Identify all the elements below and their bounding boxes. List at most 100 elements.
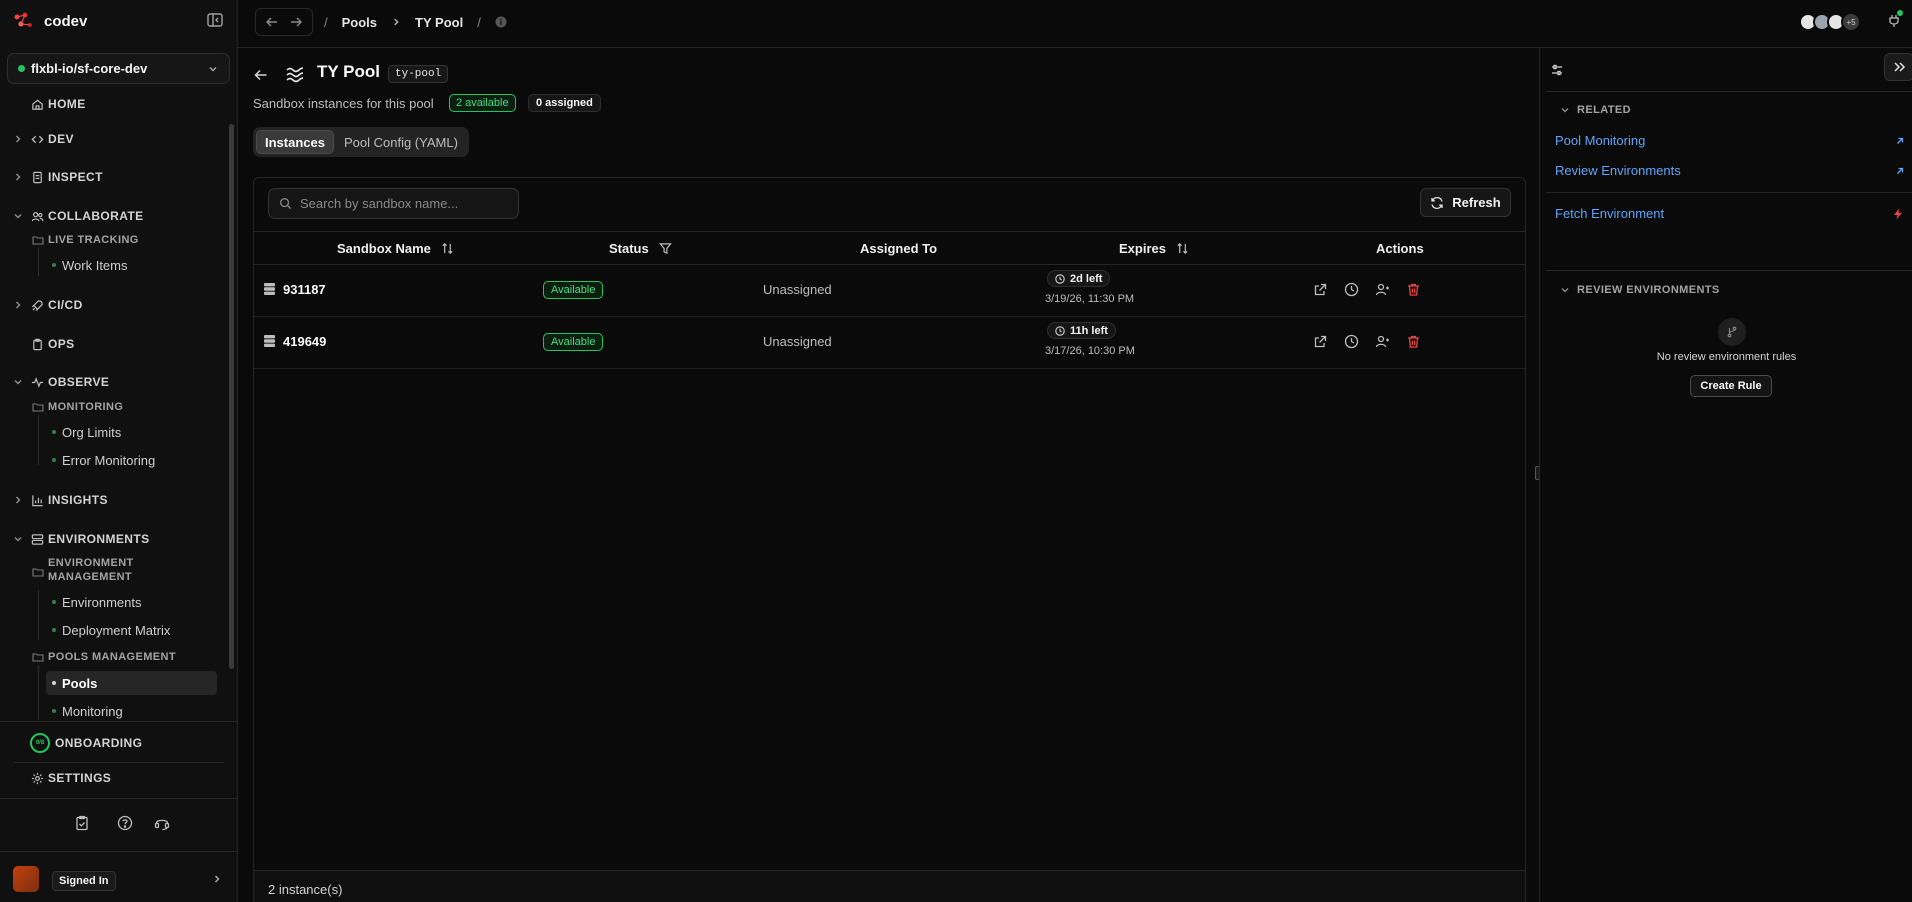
folder-live-tracking[interactable]: LIVE TRACKING [32, 231, 212, 249]
bullet [52, 600, 56, 604]
refresh-icon [1431, 196, 1443, 209]
chevrons-right-icon [1894, 62, 1906, 72]
sidebar-item-deployment-matrix[interactable]: Deployment Matrix [46, 618, 217, 642]
server-icon [31, 533, 44, 545]
sort-icon[interactable] [441, 242, 454, 255]
filter-icon[interactable] [658, 242, 672, 255]
time-left-badge: 11h left [1047, 322, 1116, 339]
create-rule-button[interactable]: Create Rule [1690, 375, 1772, 397]
tab-pool-config[interactable]: Pool Config (YAML) [336, 130, 466, 154]
tab-list: Instances Pool Config (YAML) [253, 127, 469, 157]
breadcrumb: / Pools TY Pool / [324, 12, 507, 32]
more-collaborators-badge: +5 [1841, 12, 1861, 32]
divider [0, 798, 238, 799]
clock-icon [1055, 273, 1065, 284]
tree-line [38, 415, 39, 465]
clock-icon[interactable] [1344, 282, 1359, 297]
connection-status-dot [1897, 10, 1903, 16]
collaborator-avatars[interactable]: +5 [1799, 12, 1861, 32]
workspace-selector[interactable]: flxbl-io/sf-core-dev [7, 53, 230, 84]
folder-monitoring[interactable]: MONITORING [32, 398, 212, 416]
sliders-icon[interactable] [1550, 63, 1564, 77]
breadcrumb-pools[interactable]: Pools [342, 15, 377, 30]
column-sandbox-name[interactable]: Sandbox Name [337, 241, 454, 256]
nav-settings[interactable]: SETTINGS [0, 768, 220, 788]
sort-icon[interactable] [1176, 242, 1189, 255]
arrow-up-right-icon[interactable] [1895, 136, 1905, 146]
open-external-icon[interactable] [1313, 334, 1328, 349]
back-arrow-icon[interactable] [253, 67, 269, 83]
link-review-environments[interactable]: Review Environments [1555, 163, 1681, 178]
forward-arrow-icon[interactable] [289, 15, 303, 29]
column-actions: Actions [1376, 241, 1424, 256]
assign-user-icon[interactable] [1375, 282, 1390, 297]
sandbox-name[interactable]: 419649 [283, 334, 326, 349]
tab-instances[interactable]: Instances [256, 130, 334, 154]
sidebar-item-work-items[interactable]: Work Items [46, 253, 217, 277]
nav-observe[interactable]: OBSERVE [0, 372, 220, 392]
chevron-down-icon [209, 66, 217, 72]
brand[interactable]: codev [12, 10, 87, 32]
open-external-icon[interactable] [1313, 282, 1328, 297]
chevron-down-icon [14, 379, 22, 385]
assigned-to: Unassigned [763, 282, 832, 297]
nav-collaborate[interactable]: COLLABORATE [0, 206, 220, 226]
clock-icon[interactable] [1344, 334, 1359, 349]
home-icon [32, 99, 43, 110]
headset-icon[interactable] [154, 815, 170, 831]
nav-inspect[interactable]: INSPECT [0, 167, 220, 187]
info-icon[interactable] [495, 16, 507, 28]
folder-environment-management[interactable]: ENVIRONMENT MANAGEMENT [32, 557, 212, 587]
related-section-header[interactable]: RELATED [1560, 104, 1631, 116]
collapse-panel-button[interactable] [1884, 53, 1912, 81]
nav-environments[interactable]: ENVIRONMENTS [0, 529, 220, 549]
link-fetch-environment[interactable]: Fetch Environment [1555, 206, 1664, 221]
nav-onboarding[interactable]: ONBOARDING [0, 733, 220, 753]
sidebar: codev flxbl-io/sf-core-dev HOME DEV INSP… [0, 0, 238, 902]
review-environments-section-header[interactable]: REVIEW ENVIRONMENTS [1560, 284, 1720, 296]
assign-user-icon[interactable] [1375, 334, 1390, 349]
sidebar-item-environments[interactable]: Environments [46, 590, 217, 614]
sidebar-scrollbar[interactable] [229, 124, 234, 669]
nav-home[interactable]: HOME [0, 94, 220, 114]
link-pool-monitoring[interactable]: Pool Monitoring [1555, 133, 1645, 148]
breadcrumb-ty-pool[interactable]: TY Pool [415, 15, 463, 30]
available-count-badge: 2 available [449, 94, 516, 112]
folder-icon [32, 653, 44, 662]
refresh-button[interactable]: Refresh [1420, 188, 1511, 217]
trash-icon[interactable] [1406, 282, 1421, 297]
sandbox-name[interactable]: 931187 [283, 282, 326, 297]
back-arrow-icon[interactable] [265, 15, 279, 29]
sidebar-item-pools-monitoring[interactable]: Monitoring [46, 699, 217, 723]
column-status[interactable]: Status [609, 241, 672, 256]
nav-dev[interactable]: DEV [0, 129, 220, 149]
bar-chart-icon [32, 494, 43, 506]
bullet [52, 709, 56, 713]
sidebar-item-org-limits[interactable]: Org Limits [46, 420, 217, 444]
git-branch-icon [1718, 318, 1746, 346]
clipboard-check-icon[interactable] [74, 815, 90, 831]
help-icon[interactable] [117, 815, 133, 831]
table-row[interactable]: 931187 Available Unassigned 2d left 3/19… [254, 265, 1525, 317]
trash-icon[interactable] [1406, 334, 1421, 349]
nav-cicd[interactable]: CI/CD [0, 295, 220, 315]
clipboard-icon [33, 338, 42, 350]
folder-pools-management[interactable]: POOLS MANAGEMENT [32, 648, 212, 666]
sidebar-item-error-monitoring[interactable]: Error Monitoring [46, 448, 217, 472]
arrow-up-right-icon[interactable] [1895, 166, 1905, 176]
nav-insights[interactable]: INSIGHTS [0, 490, 220, 510]
chevron-right-icon [15, 173, 21, 181]
sidebar-item-pools[interactable]: Pools [46, 671, 217, 695]
brand-name: codev [44, 12, 88, 30]
lightning-icon[interactable] [1892, 208, 1904, 220]
divider [0, 721, 238, 722]
signed-in-badge: Signed In [52, 871, 116, 891]
sidebar-toggle-icon[interactable] [206, 11, 224, 29]
column-expires[interactable]: Expires [1119, 241, 1189, 256]
search-input[interactable] [300, 196, 500, 211]
nav-ops[interactable]: OPS [0, 334, 220, 354]
table-row[interactable]: 419649 Available Unassigned 11h left 3/1… [254, 317, 1525, 369]
avatar [13, 866, 39, 892]
user-menu[interactable]: Signed In [0, 856, 238, 902]
chevron-right-icon [394, 18, 399, 26]
